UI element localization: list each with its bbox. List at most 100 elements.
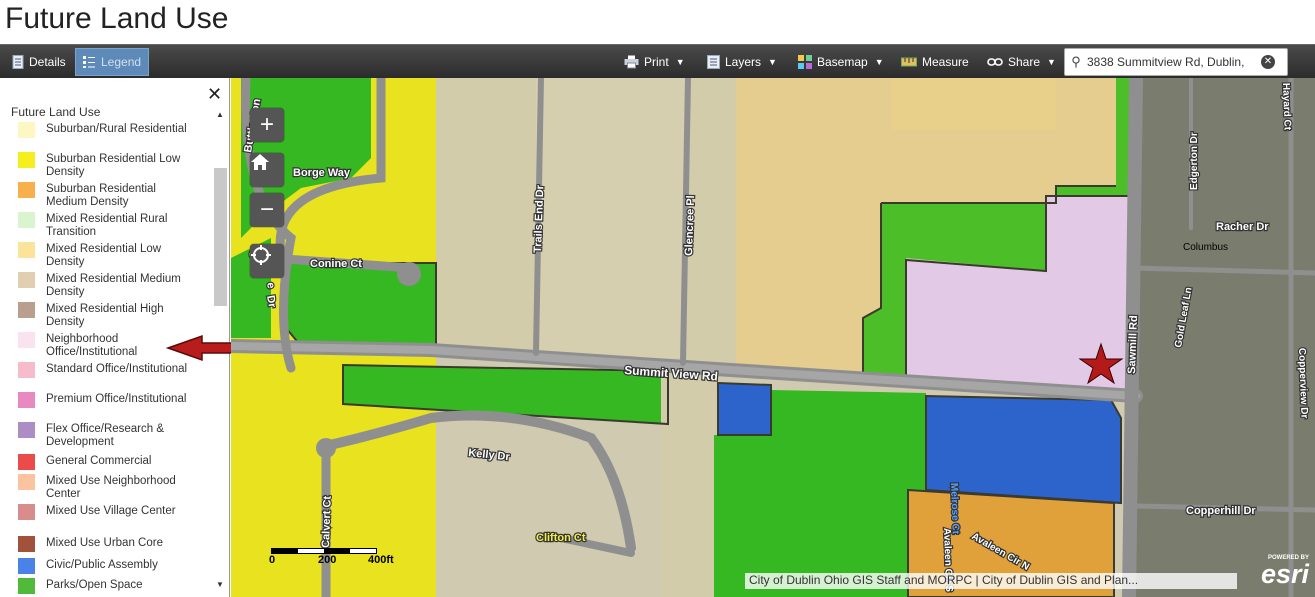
details-label: Details — [29, 55, 66, 69]
scale-label-400ft: 400ft — [368, 554, 394, 566]
legend-item-label: Mixed Use Neighborhood Center — [46, 475, 176, 500]
legend-label: Legend — [101, 55, 142, 69]
label-edgerton-dr: Edgerton Dr — [1189, 132, 1200, 190]
legend-swatch — [18, 152, 35, 168]
legend-swatch — [18, 212, 35, 228]
locate-button[interactable] — [250, 244, 284, 278]
label-trails-end-dr: Trails End Dr — [532, 184, 546, 253]
page-title: Future Land Use — [5, 2, 229, 35]
clear-search-icon[interactable]: ✕ — [1261, 55, 1275, 69]
legend-item: Mixed Residential Rural Transition — [18, 212, 214, 239]
legend-swatch — [18, 392, 35, 408]
layers-icon — [707, 55, 720, 69]
legend-item: Premium Office/Institutional — [18, 392, 214, 408]
home-button[interactable] — [250, 153, 284, 187]
legend-item-label: Parks/Open Space — [46, 579, 143, 591]
details-button[interactable]: Details — [6, 48, 72, 76]
search-input[interactable] — [1087, 55, 1257, 69]
measure-label: Measure — [922, 55, 969, 69]
legend-item-label: Flex Office/Research & Development — [46, 423, 165, 448]
label-calvert-ct: Calvert Ct — [320, 495, 334, 548]
legend-item-label: Premium Office/Institutional — [46, 393, 187, 405]
legend-item: General Commercial — [18, 454, 214, 470]
parcel-civic-small — [718, 383, 771, 435]
legend-item-label: Mixed Residential Medium Density — [46, 273, 181, 298]
measure-button[interactable]: Measure — [895, 48, 975, 76]
legend-item-label: Mixed Residential Low Density — [46, 243, 162, 268]
label-conine-ct: Conine Ct — [310, 258, 362, 270]
legend-swatch — [18, 182, 35, 198]
chevron-down-icon: ▼ — [675, 57, 685, 67]
legend-item: Flex Office/Research & Development — [18, 422, 214, 449]
legend-item: Suburban Residential Low Density — [18, 152, 214, 179]
close-icon[interactable]: ✕ — [207, 84, 222, 105]
scroll-thumb[interactable] — [214, 168, 227, 306]
minus-icon: − — [259, 196, 274, 223]
legend-item: Mixed Use Urban Core — [18, 536, 214, 552]
legend-item: Parks/Open Space — [18, 578, 214, 594]
cul-de-sac-calvert — [316, 438, 336, 458]
legend-swatch — [18, 578, 35, 594]
legend-item: Mixed Residential Medium Density — [18, 272, 214, 299]
legend-swatch — [18, 242, 35, 258]
label-columbus: Columbus — [1183, 242, 1228, 253]
legend-icon — [83, 56, 95, 68]
link-icon — [987, 58, 1003, 66]
legend-item: Standard Office/Institutional — [18, 362, 214, 378]
layers-label: Layers — [725, 55, 762, 69]
print-label: Print — [644, 55, 669, 69]
map-view[interactable]: Buttleston Borge Way Conine Ct C e Dr Tr… — [231, 78, 1315, 597]
scale-label-0: 0 — [269, 554, 276, 566]
plus-icon: + — [259, 111, 274, 138]
label-hayard-ct: Hayard Ct — [1280, 83, 1293, 131]
legend-item-label: Suburban Residential Medium Density — [46, 183, 156, 208]
layers-button[interactable]: Layers ▼ — [701, 48, 783, 76]
zoom-in-button[interactable]: + — [250, 108, 284, 142]
toolbar: Details Legend Print ▼ Layers ▼ Basemap … — [0, 44, 1315, 78]
legend-item-label: Suburban/Rural Residential — [46, 123, 187, 135]
legend-swatch — [18, 536, 35, 552]
legend-item-label: Mixed Residential High Density — [46, 303, 164, 328]
chevron-down-icon: ▼ — [1047, 57, 1056, 67]
chevron-down-icon: ▼ — [768, 57, 777, 67]
scroll-up-icon[interactable]: ▲ — [216, 110, 224, 119]
label-sawmill-rd: Sawmill Rd — [1126, 315, 1140, 374]
label-kelly-dr: Kelly Dr — [468, 447, 511, 463]
print-button[interactable]: Print ▼ — [618, 48, 691, 76]
legend-swatch — [18, 454, 35, 470]
legend-swatch — [18, 272, 35, 288]
legend-item: Suburban/Rural Residential — [18, 122, 214, 138]
legend-item: Mixed Use Village Center — [18, 504, 214, 520]
legend-swatch — [18, 558, 35, 574]
scale-label-200: 200 — [318, 554, 337, 566]
home-icon — [251, 154, 269, 170]
label-copperhill-dr: Copperhill Dr — [1186, 505, 1256, 517]
scale-bar: 0 200 400ft — [269, 548, 401, 568]
zoom-out-button[interactable]: − — [250, 193, 284, 227]
parcel-low-residential-top — [891, 78, 1056, 130]
document-icon — [12, 55, 24, 69]
legend-item-label: Suburban Residential Low Density — [46, 153, 181, 178]
legend-swatch — [18, 302, 35, 318]
parcel-tan-south — [661, 378, 721, 597]
esri-logo[interactable]: POWERED BY esri — [1245, 555, 1309, 591]
share-button[interactable]: Share ▼ — [981, 48, 1062, 76]
legend-item-label: General Commercial — [46, 455, 152, 467]
legend-swatch — [18, 122, 35, 138]
legend-button[interactable]: Legend — [75, 48, 149, 76]
legend-swatch — [18, 332, 35, 348]
legend-title: Future Land Use — [11, 105, 101, 119]
printer-icon — [624, 55, 639, 69]
map-attribution[interactable]: City of Dublin Ohio GIS Staff and MORPC … — [745, 573, 1237, 589]
parcel-medium-density — [436, 78, 536, 348]
chevron-down-icon: ▼ — [874, 57, 884, 67]
basemap-button[interactable]: Basemap ▼ — [792, 48, 890, 76]
basemap-grid-icon — [798, 55, 812, 69]
legend-swatch — [18, 362, 35, 378]
basemap-label: Basemap — [817, 55, 868, 69]
share-label: Share — [1008, 55, 1041, 69]
legend-item: Civic/Public Assembly — [18, 558, 214, 574]
legend-swatch — [18, 474, 35, 490]
scroll-down-icon[interactable]: ▼ — [216, 580, 224, 589]
legend-swatch — [18, 504, 35, 520]
